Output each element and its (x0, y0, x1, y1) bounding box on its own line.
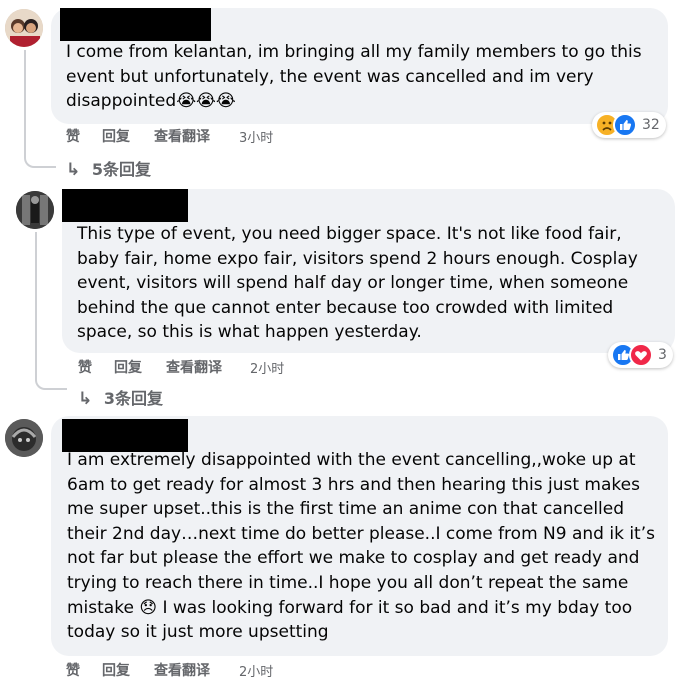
reply-button[interactable]: 回复 (102, 660, 130, 680)
commenter-avatar[interactable] (5, 419, 43, 457)
comment-timestamp[interactable]: 2小时 (239, 661, 273, 680)
comment-3: I am extremely disappointed with the eve… (0, 0, 681, 685)
avatar-photo-icon (5, 419, 43, 457)
disappointed-emoji: 😞 (139, 597, 158, 618)
comment-bubble: I am extremely disappointed with the eve… (51, 416, 668, 656)
comment-text: I am extremely disappointed with the eve… (67, 450, 655, 643)
see-translation-button[interactable]: 查看翻译 (154, 660, 210, 680)
comment-actions: 赞 回复 查看翻译 2小时 (66, 660, 366, 680)
like-button[interactable]: 赞 (66, 660, 80, 680)
